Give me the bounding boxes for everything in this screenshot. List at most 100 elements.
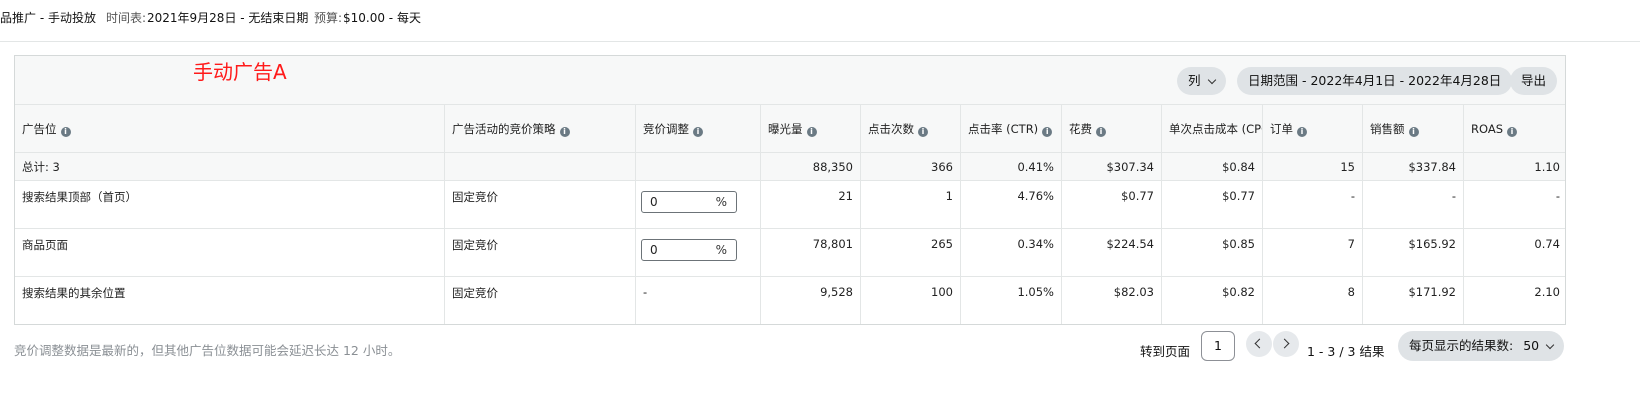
column-header-label: 销售额: [1370, 122, 1405, 136]
info-icon[interactable]: i: [1408, 127, 1419, 137]
table-row-cell-cpc: $0.77: [1162, 181, 1263, 229]
column-header-impressions[interactable]: 曝光量 i: [761, 105, 861, 153]
bid-adjustment-input[interactable]: 0%: [641, 191, 737, 213]
column-header-label: ROAS: [1471, 122, 1504, 136]
info-icon[interactable]: i: [693, 127, 703, 137]
info-icon[interactable]: i: [806, 127, 817, 137]
column-header-orders[interactable]: 订单 i: [1263, 105, 1363, 153]
campaign-info-bar: 品推广 - 手动投放 时间表: 2021年9月28日 - 无结束日期 预算: $…: [0, 0, 1640, 42]
total-cell-ctr: 0.41%: [961, 153, 1062, 181]
total-cell-clicks: 366: [861, 153, 961, 181]
table-row-cell-placement: 搜索结果的其余位置: [15, 277, 445, 324]
column-header-label: 点击次数: [868, 122, 914, 136]
column-header-bid-adjustment[interactable]: 竞价调整 i: [636, 105, 761, 153]
total-cell-roas: 1.10: [1464, 153, 1565, 181]
info-icon[interactable]: i: [60, 127, 71, 137]
column-header-cpc[interactable]: 单次点击成本 (CPC)i: [1162, 105, 1263, 153]
table-row-cell-strategy: 固定竞价: [445, 229, 636, 277]
bid-adjustment-value: 0: [650, 243, 658, 257]
chevron-down-icon: [1545, 340, 1555, 350]
table-row-cell-orders: -: [1263, 181, 1363, 229]
info-icon[interactable]: i: [1042, 127, 1053, 137]
per-page-value: 50: [1523, 338, 1540, 353]
export-button[interactable]: 导出: [1510, 67, 1558, 95]
table-row-cell-sales: -: [1363, 181, 1464, 229]
goto-page-label: 转到页面: [1140, 344, 1191, 359]
budget-value: $10.00 - 每天: [343, 11, 421, 25]
column-header-roas[interactable]: ROAS i: [1464, 105, 1565, 153]
table-row-cell-bid-adjustment: -: [636, 277, 761, 324]
table-row-cell-bid-adjustment: 0%: [636, 181, 761, 229]
table-row-cell-orders: 7: [1263, 229, 1363, 277]
total-cell-orders: 15: [1263, 153, 1363, 181]
total-cell-impressions: 88,350: [761, 153, 861, 181]
bid-adjustment-input[interactable]: 0%: [641, 239, 737, 261]
table-row-cell-roas: 0.74: [1464, 229, 1565, 277]
columns-button[interactable]: 列: [1177, 67, 1226, 95]
column-header-label: 曝光量: [768, 122, 803, 136]
chevron-left-icon: [1254, 338, 1265, 349]
info-icon[interactable]: i: [1096, 127, 1106, 137]
table-row-cell-impressions: 21: [761, 181, 861, 229]
column-header-label: 订单: [1270, 122, 1293, 136]
column-header-spend[interactable]: 花费 i: [1062, 105, 1162, 153]
table-row-cell-cpc: $0.82: [1162, 277, 1263, 324]
info-icon[interactable]: i: [918, 127, 928, 137]
prev-page-button[interactable]: [1246, 331, 1272, 357]
total-cell-bid-adjustment: [636, 153, 761, 181]
results-count: 1 - 3 / 3 结果: [1307, 344, 1385, 359]
table-row-cell-spend: $224.54: [1062, 229, 1162, 277]
schedule-label: 时间表:: [106, 11, 147, 25]
date-range-label: 日期范围 - 2022年4月1日 - 2022年4月28日: [1248, 73, 1502, 88]
table-row-cell-clicks: 1: [861, 181, 961, 229]
export-label: 导出: [1521, 73, 1547, 88]
total-cell-placement: 总计: 3: [15, 153, 445, 181]
table-row-cell-impressions: 9,528: [761, 277, 861, 324]
table-row-cell-spend: $0.77: [1062, 181, 1162, 229]
column-header-label: 点击率 (CTR): [968, 122, 1039, 136]
column-header-label: 花费: [1069, 122, 1092, 136]
total-cell-sales: $337.84: [1363, 153, 1464, 181]
table-row-cell-sales: $165.92: [1363, 229, 1464, 277]
info-icon[interactable]: i: [559, 127, 570, 137]
chevron-right-icon: [1279, 338, 1290, 349]
table-row-cell-ctr: 0.34%: [961, 229, 1062, 277]
total-cell-cpc: $0.84: [1162, 153, 1263, 181]
budget-label: 预算:: [314, 11, 343, 25]
per-page-label: 每页显示的结果数:: [1409, 338, 1514, 353]
card-toolbar: 手动广告A 列 日期范围 - 2022年4月1日 - 2022年4月28日 导出: [15, 56, 1565, 105]
per-page-select[interactable]: 每页显示的结果数: 50: [1398, 331, 1565, 361]
date-range-button[interactable]: 日期范围 - 2022年4月1日 - 2022年4月28日: [1237, 67, 1513, 95]
table-row-cell-clicks: 265: [861, 229, 961, 277]
chevron-down-icon: [1207, 75, 1216, 85]
column-header-sales[interactable]: 销售额 i: [1363, 105, 1464, 153]
placements-card: 手动广告A 列 日期范围 - 2022年4月1日 - 2022年4月28日 导出…: [14, 55, 1566, 325]
table-row-cell-placement: 商品页面: [15, 229, 445, 277]
campaign-name: 品推广 - 手动投放: [0, 11, 96, 25]
column-header-clicks[interactable]: 点击次数 i: [861, 105, 961, 153]
column-header-ctr[interactable]: 点击率 (CTR) i: [961, 105, 1062, 153]
table-row-cell-clicks: 100: [861, 277, 961, 324]
table-row-cell-sales: $171.92: [1363, 277, 1464, 324]
table-row-cell-ctr: 4.76%: [961, 181, 1062, 229]
column-header-strategy[interactable]: 广告活动的竞价策略 i: [445, 105, 636, 153]
column-header-label: 广告活动的竞价策略: [452, 122, 556, 136]
info-icon[interactable]: i: [1297, 127, 1307, 137]
table-row-cell-spend: $82.03: [1062, 277, 1162, 324]
total-cell-spend: $307.34: [1062, 153, 1162, 181]
table-row-cell-bid-adjustment: 0%: [636, 229, 761, 277]
table-row-cell-impressions: 78,801: [761, 229, 861, 277]
column-header-label: 单次点击成本 (CPC): [1169, 122, 1262, 136]
percent-unit: %: [715, 243, 727, 257]
columns-label: 列: [1188, 73, 1201, 88]
percent-unit: %: [715, 195, 727, 209]
table-row-cell-placement: 搜索结果顶部（首页）: [15, 181, 445, 229]
table-row-cell-roas: 2.10: [1534, 285, 1560, 299]
schedule-value: 2021年9月28日 - 无结束日期: [147, 11, 309, 25]
table-row-cell-cpc: $0.85: [1162, 229, 1263, 277]
info-icon[interactable]: i: [1507, 127, 1518, 137]
next-page-button[interactable]: [1273, 331, 1299, 357]
column-header-placement[interactable]: 广告位 i: [15, 105, 445, 153]
table-row-cell-orders: 8: [1263, 277, 1363, 324]
page-number-input[interactable]: 1: [1201, 331, 1235, 361]
